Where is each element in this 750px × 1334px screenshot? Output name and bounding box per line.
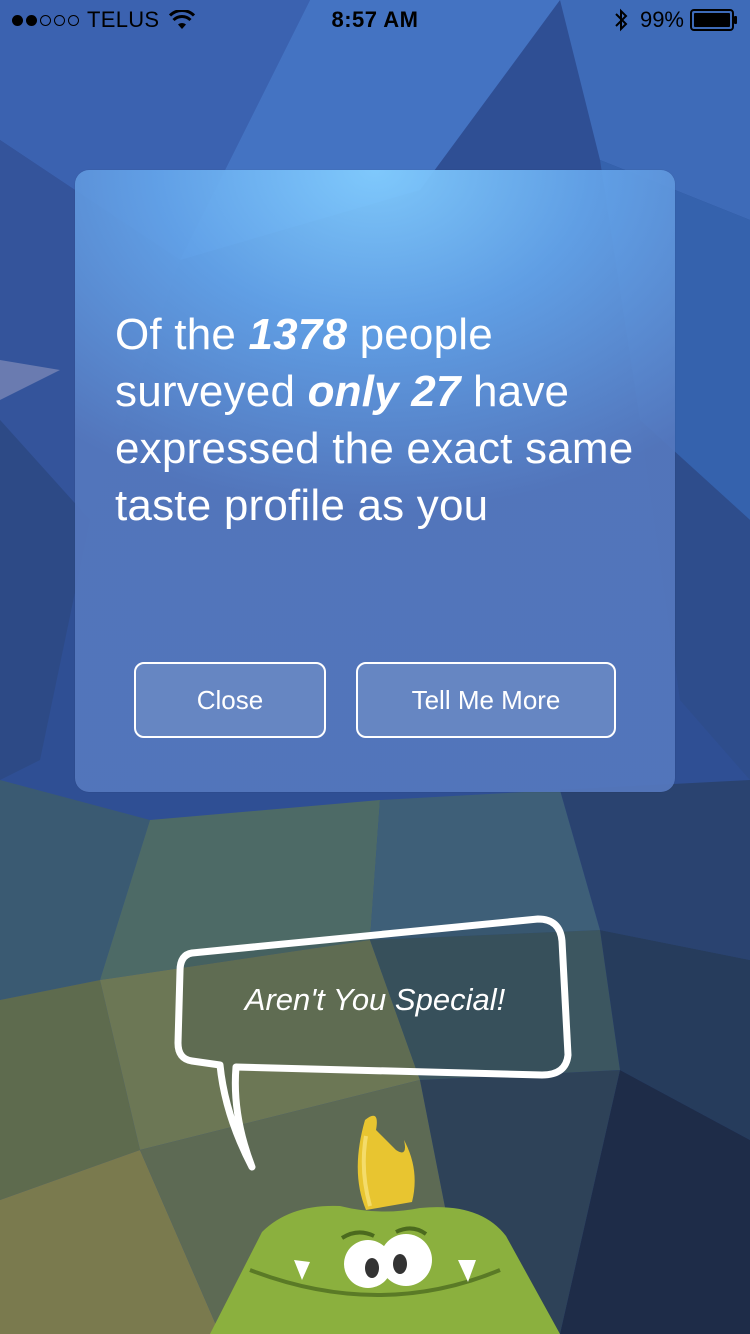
- survey-result-dialog: Of the 1378 people surveyed only 27 have…: [75, 170, 675, 792]
- bluetooth-icon: [615, 8, 628, 32]
- status-bar: TELUS 8:57 AM 99%: [0, 0, 750, 40]
- dialog-message: Of the 1378 people surveyed only 27 have…: [115, 306, 655, 534]
- close-button[interactable]: Close: [134, 662, 326, 738]
- tell-me-more-button[interactable]: Tell Me More: [356, 662, 616, 738]
- green-monster-mascot-icon: [210, 1115, 560, 1334]
- battery-percent: 99%: [639, 7, 684, 32]
- matching-count: only 27: [307, 367, 461, 416]
- battery-icon: [690, 9, 737, 31]
- message-text-1: Of the: [115, 310, 249, 359]
- status-right: 99%: [614, 7, 738, 33]
- speech-bubble-text: Aren't You Special!: [244, 982, 506, 1017]
- surveyed-count: 1378: [248, 310, 348, 359]
